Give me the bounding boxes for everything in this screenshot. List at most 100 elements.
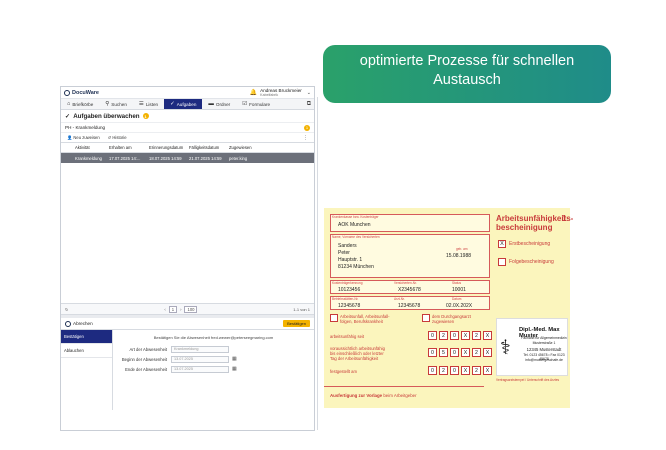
until-digits: 0 5 0 X 2 X <box>428 348 492 357</box>
nav-formulare[interactable]: ☑ Formulare <box>236 99 276 109</box>
task-toolbar: 👤 Neu zuweisen ↺ Historie ⋮ <box>61 132 314 142</box>
banner-line-2: Austausch <box>433 72 501 88</box>
viewer-divider[interactable] <box>317 97 318 430</box>
title-line-2: bescheinigung <box>496 223 553 232</box>
app-titlebar: DocuWare 🔔 Andreas Bruckmeier Kabelfabri… <box>61 87 314 99</box>
patient-first-name: Peter <box>338 250 350 256</box>
cancel-button[interactable]: Abrechen <box>73 321 93 326</box>
window-toggle-icon[interactable]: ⧉ <box>304 99 314 109</box>
calendar-icon[interactable]: ▦ <box>232 356 237 362</box>
insurance-label: Krankenkasse bzw. Kostenträger <box>332 215 379 219</box>
table-cell: peter.king <box>229 155 248 161</box>
cost-value: 10123456 <box>338 287 361 293</box>
digit-box: 0 <box>450 366 459 375</box>
nav-label: Listen <box>145 101 159 107</box>
field-label: Art der Abwesenheit <box>129 346 167 352</box>
sick-note-document: Krankenkasse bzw. Kostenträger AOK Munch… <box>324 208 573 408</box>
nav-label: Briefkörbe <box>72 101 94 107</box>
search-icon: ⚲ <box>105 101 110 107</box>
copy-number: 1 <box>562 214 567 223</box>
form-icon: ☑ <box>242 101 248 107</box>
insurance-value: AOK Munchen <box>338 222 371 228</box>
page-number-input[interactable]: 1 <box>168 305 178 313</box>
docuware-logo-icon <box>65 320 71 327</box>
banner-line-1: optimierte Prozesse für schnellen <box>359 53 575 69</box>
main-nav: ⌂ Briefkörbe ⚲ Suchen ☰ Listen ✓ Aufgaben ▬ O… <box>61 99 314 110</box>
absence-end-field[interactable]: 13.07.2025 <box>171 365 229 373</box>
digit-box: 2 <box>472 331 481 340</box>
bell-icon[interactable]: 🔔 <box>250 89 257 96</box>
history-button[interactable]: ↺ Historie <box>108 135 127 140</box>
field-label: Ende der Abwesenheit <box>125 366 167 372</box>
nav-label: Aufgaben <box>176 101 197 107</box>
page-title: ✓ Aufgaben überwachen 1 <box>61 110 314 122</box>
table-cell: 21.07.2025 14:59 <box>189 155 222 161</box>
confirm-button[interactable]: Bestätigen <box>283 320 310 327</box>
doctor-no-value: 12345678 <box>398 303 421 309</box>
table-cell: 18.07.2025 14:59 <box>149 155 182 161</box>
insured-no-value: X2345678 <box>398 287 421 293</box>
digit-box: 0 <box>428 366 437 375</box>
table-row[interactable]: Krankmeldung 17.07.2025 14:... 18.07.202… <box>61 153 314 163</box>
logo-text: DocuWare <box>72 89 99 96</box>
reassign-label: Neu zuweisen <box>73 134 100 140</box>
follow-cert-checkbox <box>498 258 506 266</box>
task-form-header: Abrechen Bestätigen <box>61 318 314 330</box>
digit-box: X <box>483 366 492 375</box>
patient-name-label: Name, Vorname des Versicherten <box>332 235 380 239</box>
refresh-icon[interactable]: ↻ <box>65 307 69 312</box>
calendar-icon[interactable]: ▦ <box>232 366 237 372</box>
column-header[interactable]: Zugewiesen <box>229 145 265 150</box>
doctor-assigned-label: dem Durchgangsarzt zugewiesen <box>432 314 471 324</box>
decision-reject[interactable]: Ablauchen <box>61 344 112 358</box>
patient-street: Hauptstr. 1 <box>338 257 363 263</box>
digit-box: X <box>483 331 492 340</box>
user-menu[interactable]: 🔔 Andreas Bruckmeier Kabelfabrik ⌄ <box>250 88 311 98</box>
digit-box: 2 <box>472 348 481 357</box>
digit-box: X <box>461 348 470 357</box>
absence-type-field[interactable]: Krankmeldung <box>171 345 229 353</box>
digit-box: X <box>461 331 470 340</box>
page-title-text: Aufgaben überwachen <box>73 112 140 120</box>
column-header[interactable]: Aktivität <box>61 145 109 150</box>
digit-box: 2 <box>439 366 448 375</box>
caduceus-icon: ⚕ <box>500 337 511 359</box>
next-page-icon[interactable]: › <box>180 307 181 312</box>
task-form: Bestätigen Ablauchen Bestätigen Sie die … <box>61 330 314 410</box>
since-label: arbeitsunfähig seit <box>330 334 364 339</box>
column-header[interactable]: Erhalten am <box>109 145 149 150</box>
doctor-line: 12345 Musterstadt <box>526 347 562 352</box>
inbox-icon: ⌂ <box>67 101 71 107</box>
digit-box: 2 <box>472 366 481 375</box>
date-label: Datum <box>452 297 462 301</box>
docuware-logo[interactable]: DocuWare <box>64 89 99 96</box>
decision-confirm[interactable]: Bestätigen <box>61 330 112 344</box>
reassign-button[interactable]: 👤 Neu zuweisen <box>67 135 100 141</box>
column-header[interactable]: Fälligkeitsdatum <box>189 145 229 150</box>
nav-ordner[interactable]: ▬ Ordner <box>202 99 236 109</box>
nav-label: Ordner <box>215 101 231 107</box>
field-label: Beginn der Abwesenheit <box>121 356 167 362</box>
prev-page-icon[interactable]: ‹ <box>164 307 165 312</box>
record-count: 1-1 von 1 <box>293 306 310 312</box>
list-area <box>61 163 314 303</box>
date-value: 02.0X.202X <box>446 303 473 309</box>
digit-box: X <box>483 348 492 357</box>
more-options-icon[interactable]: ⋮ <box>303 135 308 141</box>
column-header[interactable]: Erinnerungsdatum <box>149 145 189 150</box>
found-label: festgestellt am <box>330 369 357 374</box>
footer-bold: Ausfertigung zur Vorlage <box>330 393 383 398</box>
page-size-select[interactable]: 100 <box>184 305 198 313</box>
table-cell: Krankmeldung <box>75 155 103 161</box>
chevron-down-icon[interactable]: ⌄ <box>307 90 311 96</box>
task-section-header[interactable]: PH - Krankmeldung 1 <box>61 122 314 132</box>
footer-separator <box>324 386 484 387</box>
form-row: Ende der Abwesenheit 13.07.2025 ▦ <box>119 364 308 374</box>
nav-aufgaben[interactable]: ✓ Aufgaben <box>164 99 203 109</box>
dob-value: 15.08.1988 <box>446 253 472 259</box>
nav-briefkoerbe[interactable]: ⌂ Briefkörbe <box>61 99 99 109</box>
nav-listen[interactable]: ☰ Listen <box>133 99 164 109</box>
nav-suchen[interactable]: ⚲ Suchen <box>99 99 133 109</box>
section-title: PH - Krankmeldung <box>65 125 106 130</box>
absence-start-field[interactable]: 13.07.2025 <box>171 355 229 363</box>
